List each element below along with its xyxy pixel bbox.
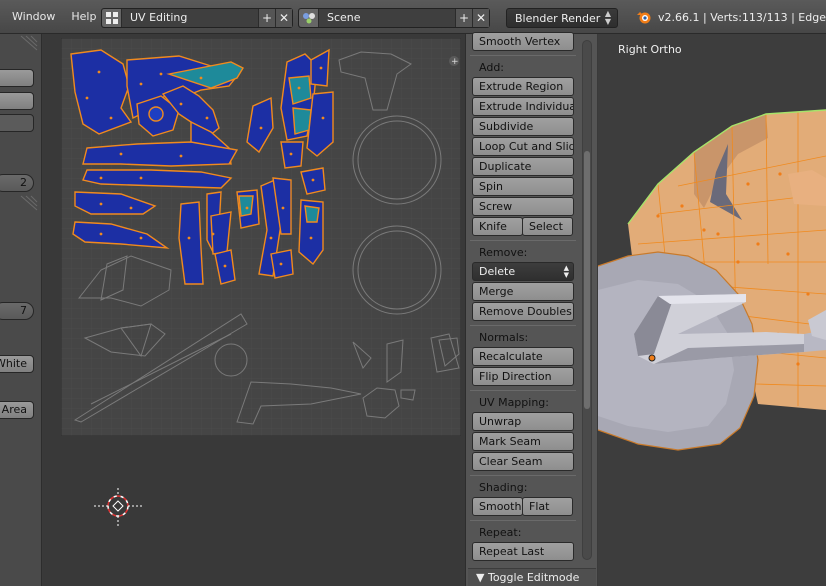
left-panel-number-field[interactable]: 7	[0, 302, 34, 320]
panel-resize-grip-icon[interactable]	[0, 34, 41, 52]
smooth-vertex-button[interactable]: Smooth Vertex	[472, 32, 574, 51]
unwrap-button[interactable]: Unwrap	[472, 412, 574, 431]
uv-canvas[interactable]: +	[61, 38, 461, 436]
recalculate-button[interactable]: Recalculate	[472, 347, 574, 366]
shading-section-label: Shading:	[479, 481, 528, 494]
divider	[470, 520, 576, 521]
render-engine-label: Blender Render	[515, 11, 601, 25]
add-section-label: Add:	[479, 61, 505, 74]
left-panel-white-button[interactable]: White	[0, 355, 34, 373]
add-scene-button[interactable]: +	[455, 9, 472, 27]
left-panel-area-button[interactable]: Area	[0, 401, 34, 419]
scrollbar-thumb[interactable]	[584, 151, 590, 409]
remove-scene-button[interactable]: ✕	[472, 9, 489, 27]
delete-dropdown[interactable]: Delete ▲ ▼	[472, 262, 574, 281]
blender-logo-icon	[637, 12, 651, 24]
render-engine-dropdown[interactable]: Blender Render ▲ ▼	[506, 8, 618, 28]
toggle-editmode-panel-header[interactable]: ▼ Toggle Editmode	[468, 568, 596, 586]
panel-resize-grip-icon[interactable]	[0, 194, 41, 212]
dropdown-arrows-icon: ▲ ▼	[563, 264, 569, 279]
mesh-view[interactable]	[598, 34, 826, 586]
duplicate-button[interactable]: Duplicate	[472, 157, 574, 176]
repeat-section-label: Repeat:	[479, 526, 522, 539]
stats-text: v2.66.1 | Verts:113/113 | Edges:	[658, 10, 826, 24]
add-screen-button[interactable]: +	[258, 9, 275, 27]
knife-button[interactable]: Knife	[472, 217, 523, 236]
delete-label: Delete	[479, 265, 516, 278]
remove-screen-button[interactable]: ✕	[275, 9, 292, 27]
left-panel-number-field[interactable]: 2	[0, 174, 34, 192]
tool-shelf-scrollbar[interactable]	[582, 40, 592, 560]
extrude-individual-button[interactable]: Extrude Individual	[472, 97, 574, 116]
toggle-editmode-label: Toggle Editmode	[487, 571, 580, 584]
collapse-triangle-icon: ▼	[476, 571, 485, 584]
3d-viewport[interactable]: Right Ortho	[598, 34, 826, 586]
subdivide-button[interactable]: Subdivide	[472, 117, 574, 136]
merge-button[interactable]: Merge	[472, 282, 574, 301]
uv-mapping-section-label: UV Mapping:	[479, 396, 549, 409]
repeat-last-button[interactable]: Repeat Last	[472, 542, 574, 561]
screw-button[interactable]: Screw	[472, 197, 574, 216]
left-panel-button[interactable]	[0, 69, 34, 87]
blender-window: Window Help UV Editing + ✕ Scene + ✕ Ble…	[0, 0, 826, 586]
shade-flat-button[interactable]: Flat	[522, 497, 573, 516]
mark-seam-button[interactable]: Mark Seam	[472, 432, 574, 451]
divider	[470, 55, 576, 56]
knife-select-button[interactable]: Select	[522, 217, 573, 236]
screen-layout-selector[interactable]: UV Editing + ✕	[101, 8, 293, 28]
divider	[470, 390, 576, 391]
normals-section-label: Normals:	[479, 331, 529, 344]
clear-seam-button[interactable]: Clear Seam	[472, 452, 574, 471]
scene-icon[interactable]	[299, 9, 319, 27]
remove-doubles-button[interactable]: Remove Doubles	[472, 302, 574, 321]
menu-help[interactable]: Help	[63, 10, 104, 23]
uv-2d-cursor-icon[interactable]	[94, 488, 142, 528]
left-panel-button[interactable]	[0, 92, 34, 110]
left-panel-button[interactable]	[0, 114, 34, 132]
divider	[470, 325, 576, 326]
mesh-detail	[788, 170, 826, 206]
divider	[470, 240, 576, 241]
plus-glyph: +	[451, 57, 459, 67]
scene-selector[interactable]: Scene + ✕	[298, 8, 490, 28]
scene-stats: v2.66.1 | Verts:113/113 | Edges:	[636, 0, 826, 34]
scene-name[interactable]: Scene	[319, 9, 455, 27]
extrude-region-button[interactable]: Extrude Region	[472, 77, 574, 96]
menu-window[interactable]: Window	[4, 10, 63, 23]
divider	[470, 475, 576, 476]
layout-grid-icon[interactable]	[102, 9, 122, 27]
loop-cut-slide-button[interactable]: Loop Cut and Slide	[472, 137, 574, 156]
spin-button[interactable]: Spin	[472, 177, 574, 196]
shade-smooth-button[interactable]: Smooth	[472, 497, 523, 516]
flip-direction-button[interactable]: Flip Direction	[472, 367, 574, 386]
remove-section-label: Remove:	[479, 246, 528, 259]
screen-layout-name[interactable]: UV Editing	[122, 9, 258, 27]
dropdown-arrows-icon: ▲ ▼	[604, 9, 611, 26]
